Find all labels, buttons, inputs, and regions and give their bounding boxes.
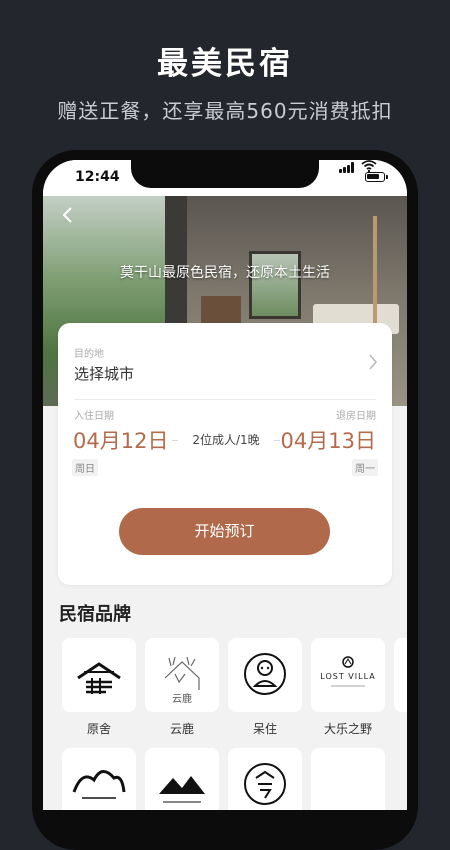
brand-card-lost-villa[interactable]: LOST VILLA xyxy=(311,638,385,712)
checkout-label: 退房日期 xyxy=(336,411,376,422)
lost-villa-logo-text: LOST VILLA xyxy=(320,672,376,681)
mountain-logo-icon xyxy=(72,770,126,799)
brand-card-mountain[interactable] xyxy=(62,748,136,810)
yuanshe-logo-icon xyxy=(77,662,121,694)
brand-name: 云鹿 xyxy=(169,722,194,736)
brand-name: 大乐之野 xyxy=(323,722,372,736)
shangshu-logo-icon xyxy=(159,776,205,803)
checkout-date[interactable]: 04月13日 xyxy=(281,425,376,455)
battery-icon xyxy=(365,172,388,182)
checkin-label: 入住日期 xyxy=(74,411,114,422)
guests-nights[interactable]: 2位成人/1晚 xyxy=(178,429,274,451)
yunlu-logo-text: 云鹿 xyxy=(172,694,192,705)
divider xyxy=(74,399,376,400)
brand-card-row2-4[interactable] xyxy=(311,748,385,810)
phone-notch xyxy=(131,160,319,188)
promo-subtitle: 赠送正餐，还享最高560元消费抵扣 xyxy=(57,99,393,123)
start-booking-button[interactable]: 开始预订 xyxy=(119,508,330,555)
hero-caption: 莫干山最原色民宿，还原本土生活 xyxy=(120,265,330,281)
brand-card-partial[interactable] xyxy=(394,638,407,712)
destination-select[interactable]: 选择城市 xyxy=(74,363,134,384)
booking-card: 目的地 选择城市 入住日期 退房日期 04月12日 2位成人/1晚 04月13日… xyxy=(58,323,392,585)
brand-card-daizhu[interactable] xyxy=(228,638,302,712)
chevron-right-icon[interactable] xyxy=(368,353,378,371)
checkin-date[interactable]: 04月12日 xyxy=(73,425,168,455)
promo-title: 最美民宿 xyxy=(157,46,293,82)
brand-card-yunlu[interactable]: 云鹿 xyxy=(145,638,219,712)
brand-card-yuanshe[interactable] xyxy=(62,638,136,712)
brand-name: 呆住 xyxy=(252,722,277,736)
checkout-weekday: 周一 xyxy=(352,459,378,476)
destination-label: 目的地 xyxy=(74,349,104,360)
brand-card-seal[interactable] xyxy=(228,748,302,810)
seal-logo-icon xyxy=(244,763,286,805)
status-time: 12:44 xyxy=(75,169,120,185)
daizhu-logo-icon xyxy=(244,653,286,695)
status-bar: 12:44 xyxy=(43,160,407,196)
signal-icon xyxy=(339,162,355,173)
back-arrow-icon[interactable] xyxy=(61,206,73,224)
checkin-weekday: 周日 xyxy=(72,459,98,476)
wifi-icon xyxy=(361,160,377,172)
brand-name: 原舍 xyxy=(86,722,111,736)
brands-section-title: 民宿品牌 xyxy=(59,604,131,625)
app-screen: 12:44 莫干山最原色民宿，还原本土生活 目的地 选择城市 入住日期 退房日期… xyxy=(43,160,407,810)
brand-card-shangshu[interactable] xyxy=(145,748,219,810)
